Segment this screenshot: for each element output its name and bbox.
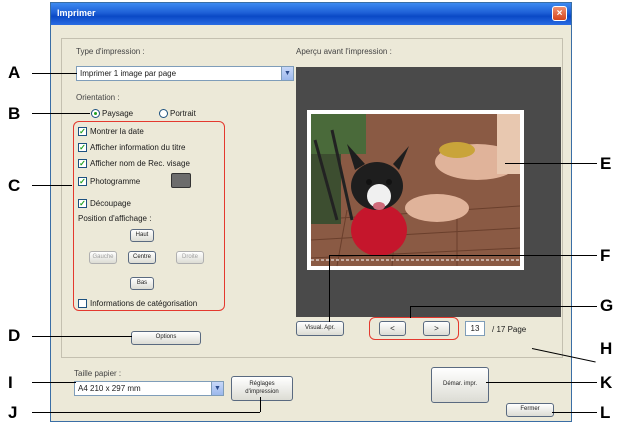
position-right-button[interactable]: Droite: [176, 251, 204, 264]
portrait-label: Portrait: [170, 109, 196, 118]
leader-f: [329, 255, 597, 256]
title-bar: Imprimer: [51, 3, 571, 25]
frame-label: Photogramme: [90, 177, 141, 186]
leader-j: [32, 412, 260, 413]
callout-f: F: [600, 246, 611, 265]
print-dialog: Imprimer × Type d'impression : Imprimer …: [50, 2, 572, 422]
preview-area: [296, 67, 561, 317]
chevron-down-icon: ▼: [281, 67, 293, 80]
callout-k: K: [600, 373, 613, 392]
callout-h: H: [600, 339, 613, 358]
callout-g: G: [600, 296, 614, 315]
paper-size-label: Taille papier :: [74, 369, 122, 378]
show-face-name-label: Afficher nom de Rec. visage: [90, 159, 190, 168]
callout-c: C: [8, 176, 21, 195]
page-number-field[interactable]: 13: [465, 321, 485, 336]
checkbox-frame[interactable]: ✓: [78, 177, 87, 186]
print-preview-button[interactable]: Visual. Apr.: [296, 321, 344, 336]
checkbox-categorization[interactable]: [78, 299, 87, 308]
checkbox-crop[interactable]: ✓: [78, 199, 87, 208]
callout-d: D: [8, 326, 21, 345]
leader-c: [32, 185, 72, 186]
leader-j-vertical: [260, 397, 261, 412]
paper-size-dropdown[interactable]: A4 210 x 297 mm ▼: [74, 381, 224, 396]
show-date-label: Montrer la date: [90, 127, 144, 136]
leader-b: [32, 113, 90, 114]
landscape-label: Paysage: [102, 109, 134, 118]
leader-g: [410, 306, 597, 307]
preview-label: Aperçu avant l'impression :: [296, 47, 392, 56]
position-bottom-button[interactable]: Bas: [130, 277, 154, 290]
leader-g-vertical: [410, 306, 411, 318]
print-type-value: Imprimer 1 image par page: [80, 69, 177, 78]
paper-size-value: A4 210 x 297 mm: [78, 384, 141, 393]
callout-j: J: [8, 403, 18, 422]
next-page-button[interactable]: >: [423, 321, 450, 336]
position-label: Position d'affichage :: [78, 214, 152, 223]
previous-page-button[interactable]: <: [379, 321, 406, 336]
position-left-button[interactable]: Gauche: [89, 251, 117, 264]
position-center-button[interactable]: Centre: [128, 251, 156, 264]
print-settings-button[interactable]: Réglages d'impression: [231, 376, 293, 401]
position-top-button[interactable]: Haut: [130, 229, 154, 242]
window-title: Imprimer: [57, 8, 96, 18]
callout-l: L: [600, 403, 611, 422]
leader-k: [486, 382, 597, 383]
orientation-label: Orientation :: [76, 93, 120, 102]
callout-e: E: [600, 154, 612, 173]
radio-landscape[interactable]: [91, 109, 100, 118]
frame-color-swatch[interactable]: [171, 173, 191, 188]
page-total-label: / 17 Page: [492, 325, 527, 334]
leader-f-vertical: [329, 255, 330, 322]
chevron-down-icon: ▼: [211, 382, 223, 395]
close-window-button[interactable]: ×: [552, 6, 567, 21]
leader-a: [32, 73, 77, 74]
show-title-label: Afficher information du titre: [90, 143, 186, 152]
leader-d: [32, 336, 132, 337]
radio-portrait[interactable]: [159, 109, 168, 118]
leader-l: [552, 412, 597, 413]
close-button[interactable]: Fermer: [506, 403, 554, 417]
print-type-label: Type d'impression :: [76, 47, 145, 56]
checkbox-show-title[interactable]: ✓: [78, 143, 87, 152]
callout-b: B: [8, 104, 21, 123]
start-print-button[interactable]: Démar. impr.: [431, 367, 489, 403]
options-button[interactable]: Options: [131, 331, 201, 345]
print-type-dropdown[interactable]: Imprimer 1 image par page ▼: [76, 66, 294, 81]
callout-i: I: [8, 373, 13, 392]
preview-photo: [307, 110, 524, 270]
leader-e: [505, 163, 597, 164]
leader-i: [32, 382, 76, 383]
callout-a: A: [8, 63, 21, 82]
categorization-label: Informations de catégorisation: [90, 299, 198, 308]
checkbox-show-date[interactable]: ✓: [78, 127, 87, 136]
checkbox-show-face-name[interactable]: ✓: [78, 159, 87, 168]
crop-label: Découpage: [90, 199, 131, 208]
